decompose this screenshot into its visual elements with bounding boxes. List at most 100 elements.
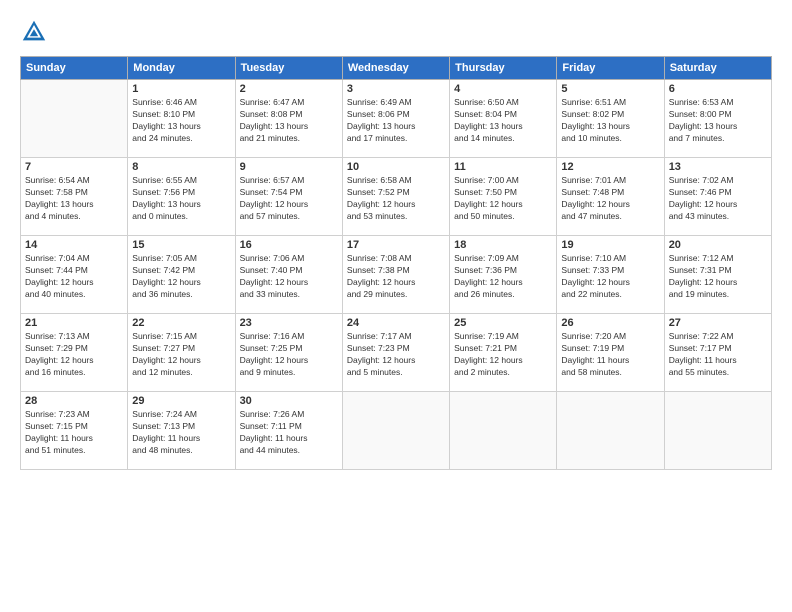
day-info: Sunrise: 7:02 AM Sunset: 7:46 PM Dayligh… bbox=[669, 175, 767, 223]
day-number: 2 bbox=[240, 83, 338, 95]
day-info: Sunrise: 7:22 AM Sunset: 7:17 PM Dayligh… bbox=[669, 331, 767, 379]
day-cell: 17 Sunrise: 7:08 AM Sunset: 7:38 PM Dayli… bbox=[342, 236, 449, 314]
day-info: Sunrise: 7:04 AM Sunset: 7:44 PM Dayligh… bbox=[25, 253, 123, 301]
day-number: 28 bbox=[25, 395, 123, 407]
day-number: 30 bbox=[240, 395, 338, 407]
col-header-sunday: Sunday bbox=[21, 57, 128, 80]
day-number: 26 bbox=[561, 317, 659, 329]
day-info: Sunrise: 6:54 AM Sunset: 7:58 PM Dayligh… bbox=[25, 175, 123, 223]
day-info: Sunrise: 7:10 AM Sunset: 7:33 PM Dayligh… bbox=[561, 253, 659, 301]
day-cell: 22 Sunrise: 7:15 AM Sunset: 7:27 PM Dayli… bbox=[128, 314, 235, 392]
day-number: 17 bbox=[347, 239, 445, 251]
day-number: 13 bbox=[669, 161, 767, 173]
header-row: SundayMondayTuesdayWednesdayThursdayFrid… bbox=[21, 57, 772, 80]
day-cell: 27 Sunrise: 7:22 AM Sunset: 7:17 PM Dayli… bbox=[664, 314, 771, 392]
day-number: 24 bbox=[347, 317, 445, 329]
day-info: Sunrise: 7:12 AM Sunset: 7:31 PM Dayligh… bbox=[669, 253, 767, 301]
day-info: Sunrise: 6:53 AM Sunset: 8:00 PM Dayligh… bbox=[669, 97, 767, 145]
col-header-tuesday: Tuesday bbox=[235, 57, 342, 80]
day-info: Sunrise: 6:46 AM Sunset: 8:10 PM Dayligh… bbox=[132, 97, 230, 145]
week-row-3: 14Sunrise: 7:04 AM Sunset: 7:44 PM Dayli… bbox=[21, 236, 772, 314]
day-cell: 30 Sunrise: 7:26 AM Sunset: 7:11 PM Dayli… bbox=[235, 392, 342, 470]
day-info: Sunrise: 7:15 AM Sunset: 7:27 PM Dayligh… bbox=[132, 331, 230, 379]
day-cell: 24 Sunrise: 7:17 AM Sunset: 7:23 PM Dayli… bbox=[342, 314, 449, 392]
day-cell: 3 Sunrise: 6:49 AM Sunset: 8:06 PM Daylig… bbox=[342, 80, 449, 158]
week-row-4: 21Sunrise: 7:13 AM Sunset: 7:29 PM Dayli… bbox=[21, 314, 772, 392]
day-info: Sunrise: 7:19 AM Sunset: 7:21 PM Dayligh… bbox=[454, 331, 552, 379]
day-cell: 7 Sunrise: 6:54 AM Sunset: 7:58 PM Daylig… bbox=[21, 158, 128, 236]
day-number: 6 bbox=[669, 83, 767, 95]
day-cell: 26 Sunrise: 7:20 AM Sunset: 7:19 PM Dayli… bbox=[557, 314, 664, 392]
day-number: 19 bbox=[561, 239, 659, 251]
calendar-table: SundayMondayTuesdayWednesdayThursdayFrid… bbox=[20, 56, 772, 470]
day-info: Sunrise: 7:01 AM Sunset: 7:48 PM Dayligh… bbox=[561, 175, 659, 223]
day-info: Sunrise: 7:06 AM Sunset: 7:40 PM Dayligh… bbox=[240, 253, 338, 301]
day-info: Sunrise: 7:17 AM Sunset: 7:23 PM Dayligh… bbox=[347, 331, 445, 379]
day-info: Sunrise: 7:20 AM Sunset: 7:19 PM Dayligh… bbox=[561, 331, 659, 379]
day-number: 7 bbox=[25, 161, 123, 173]
day-info: Sunrise: 6:58 AM Sunset: 7:52 PM Dayligh… bbox=[347, 175, 445, 223]
day-info: Sunrise: 7:05 AM Sunset: 7:42 PM Dayligh… bbox=[132, 253, 230, 301]
week-row-1: 1 Sunrise: 6:46 AM Sunset: 8:10 PM Daylig… bbox=[21, 80, 772, 158]
col-header-friday: Friday bbox=[557, 57, 664, 80]
day-info: Sunrise: 6:50 AM Sunset: 8:04 PM Dayligh… bbox=[454, 97, 552, 145]
day-cell bbox=[664, 392, 771, 470]
day-cell: 20 Sunrise: 7:12 AM Sunset: 7:31 PM Dayli… bbox=[664, 236, 771, 314]
col-header-thursday: Thursday bbox=[450, 57, 557, 80]
day-cell bbox=[450, 392, 557, 470]
day-number: 8 bbox=[132, 161, 230, 173]
day-cell bbox=[557, 392, 664, 470]
day-number: 23 bbox=[240, 317, 338, 329]
week-row-2: 7 Sunrise: 6:54 AM Sunset: 7:58 PM Daylig… bbox=[21, 158, 772, 236]
day-cell: 29 Sunrise: 7:24 AM Sunset: 7:13 PM Dayli… bbox=[128, 392, 235, 470]
day-cell: 18 Sunrise: 7:09 AM Sunset: 7:36 PM Dayli… bbox=[450, 236, 557, 314]
col-header-wednesday: Wednesday bbox=[342, 57, 449, 80]
day-number: 27 bbox=[669, 317, 767, 329]
logo bbox=[20, 18, 50, 46]
day-cell: 23 Sunrise: 7:16 AM Sunset: 7:25 PM Dayli… bbox=[235, 314, 342, 392]
day-cell: 9 Sunrise: 6:57 AM Sunset: 7:54 PM Daylig… bbox=[235, 158, 342, 236]
day-cell: 11 Sunrise: 7:00 AM Sunset: 7:50 PM Dayli… bbox=[450, 158, 557, 236]
col-header-saturday: Saturday bbox=[664, 57, 771, 80]
day-info: Sunrise: 7:00 AM Sunset: 7:50 PM Dayligh… bbox=[454, 175, 552, 223]
day-cell: 4 Sunrise: 6:50 AM Sunset: 8:04 PM Daylig… bbox=[450, 80, 557, 158]
week-row-5: 28Sunrise: 7:23 AM Sunset: 7:15 PM Dayli… bbox=[21, 392, 772, 470]
day-info: Sunrise: 7:16 AM Sunset: 7:25 PM Dayligh… bbox=[240, 331, 338, 379]
day-info: Sunrise: 6:47 AM Sunset: 8:08 PM Dayligh… bbox=[240, 97, 338, 145]
day-number: 16 bbox=[240, 239, 338, 251]
day-cell: 13 Sunrise: 7:02 AM Sunset: 7:46 PM Dayli… bbox=[664, 158, 771, 236]
day-cell: 8 Sunrise: 6:55 AM Sunset: 7:56 PM Daylig… bbox=[128, 158, 235, 236]
day-info: Sunrise: 6:49 AM Sunset: 8:06 PM Dayligh… bbox=[347, 97, 445, 145]
day-number: 25 bbox=[454, 317, 552, 329]
day-number: 4 bbox=[454, 83, 552, 95]
day-info: Sunrise: 7:26 AM Sunset: 7:11 PM Dayligh… bbox=[240, 409, 338, 457]
day-info: Sunrise: 7:24 AM Sunset: 7:13 PM Dayligh… bbox=[132, 409, 230, 457]
day-cell: 14Sunrise: 7:04 AM Sunset: 7:44 PM Dayli… bbox=[21, 236, 128, 314]
day-info: Sunrise: 6:55 AM Sunset: 7:56 PM Dayligh… bbox=[132, 175, 230, 223]
day-number: 29 bbox=[132, 395, 230, 407]
day-number: 11 bbox=[454, 161, 552, 173]
day-info: Sunrise: 6:57 AM Sunset: 7:54 PM Dayligh… bbox=[240, 175, 338, 223]
day-cell: 19 Sunrise: 7:10 AM Sunset: 7:33 PM Dayli… bbox=[557, 236, 664, 314]
day-number: 5 bbox=[561, 83, 659, 95]
day-number: 18 bbox=[454, 239, 552, 251]
header bbox=[20, 18, 772, 46]
day-info: Sunrise: 7:09 AM Sunset: 7:36 PM Dayligh… bbox=[454, 253, 552, 301]
day-cell bbox=[21, 80, 128, 158]
page: SundayMondayTuesdayWednesdayThursdayFrid… bbox=[0, 0, 792, 612]
day-cell: 16 Sunrise: 7:06 AM Sunset: 7:40 PM Dayli… bbox=[235, 236, 342, 314]
day-number: 9 bbox=[240, 161, 338, 173]
day-cell: 1 Sunrise: 6:46 AM Sunset: 8:10 PM Daylig… bbox=[128, 80, 235, 158]
day-number: 15 bbox=[132, 239, 230, 251]
day-cell: 10Sunrise: 6:58 AM Sunset: 7:52 PM Dayli… bbox=[342, 158, 449, 236]
day-info: Sunrise: 7:08 AM Sunset: 7:38 PM Dayligh… bbox=[347, 253, 445, 301]
day-cell: 12Sunrise: 7:01 AM Sunset: 7:48 PM Dayli… bbox=[557, 158, 664, 236]
day-number: 20 bbox=[669, 239, 767, 251]
day-number: 3 bbox=[347, 83, 445, 95]
day-number: 22 bbox=[132, 317, 230, 329]
day-cell: 21Sunrise: 7:13 AM Sunset: 7:29 PM Dayli… bbox=[21, 314, 128, 392]
day-number: 1 bbox=[132, 83, 230, 95]
day-cell: 25 Sunrise: 7:19 AM Sunset: 7:21 PM Dayli… bbox=[450, 314, 557, 392]
day-cell: 5Sunrise: 6:51 AM Sunset: 8:02 PM Daylig… bbox=[557, 80, 664, 158]
day-info: Sunrise: 7:13 AM Sunset: 7:29 PM Dayligh… bbox=[25, 331, 123, 379]
